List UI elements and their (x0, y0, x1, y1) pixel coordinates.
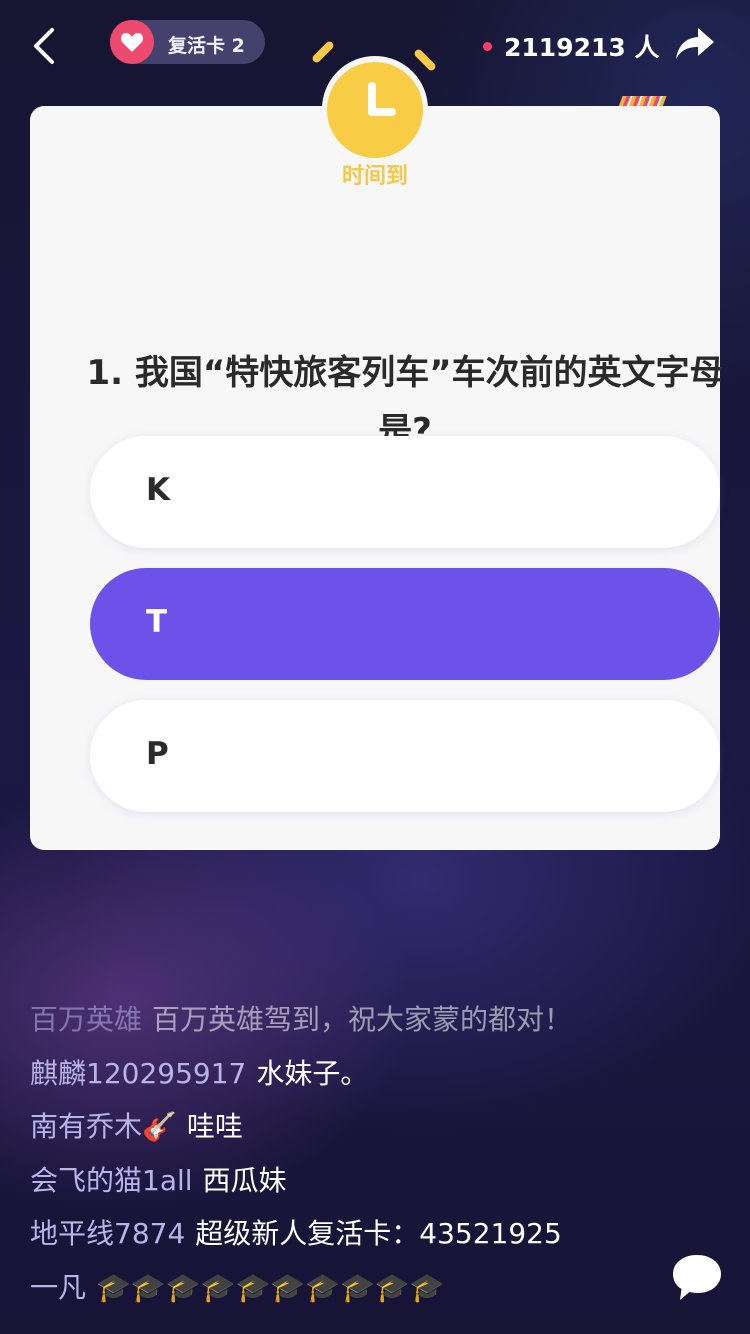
timer-label: 时间到 (341, 164, 408, 189)
answer-option-t[interactable]: T (90, 568, 720, 680)
chat-feed: 百万英雄 百万英雄驾到，祝大家蒙的都对！ 麒麟120295917 水妹子。 南有乔木… (30, 998, 670, 1319)
chat-text: 哇哇 (186, 1110, 243, 1143)
chat-username[interactable]: 一凡 (30, 1271, 86, 1304)
chat-username[interactable]: 会飞的猫1all (30, 1164, 193, 1197)
chat-text: 百万英雄驾到，祝大家蒙的都对！ (152, 1003, 573, 1036)
comment-button[interactable] (670, 1252, 724, 1304)
answer-option-k[interactable]: K (90, 436, 720, 548)
chat-bubble-icon (673, 1255, 721, 1300)
chat-message: 地平线7874 超级新人复活卡：43521925 (30, 1212, 670, 1266)
viewer-count: 2119213 人 (483, 28, 659, 64)
share-button[interactable] (674, 26, 716, 62)
chat-username[interactable]: 南有乔木🎸 (30, 1110, 177, 1143)
chat-text: 西瓜妹 (202, 1163, 287, 1197)
chat-text: 超级新人复活卡：43521925 (195, 1217, 562, 1250)
answer-option-label: T (146, 604, 168, 640)
chat-message: 一凡 🎓🎓🎓🎓🎓🎓🎓🎓🎓🎓 (30, 1266, 670, 1320)
heart-icon (110, 20, 154, 64)
revive-card-badge[interactable]: 复活卡 2 (110, 20, 265, 64)
chat-message: 南有乔木🎸 哇哇 (30, 1105, 670, 1159)
answer-option-p[interactable]: P (90, 700, 720, 812)
chat-message: 麒麟120295917 水妹子。 (30, 1052, 670, 1106)
chat-text: 🎓🎓🎓🎓🎓🎓🎓🎓🎓🎓 (96, 1270, 445, 1304)
answer-option-label: K (146, 472, 171, 508)
back-button[interactable] (28, 26, 64, 66)
chat-username[interactable]: 麒麟120295917 (30, 1057, 246, 1090)
viewer-count-label: 2119213 人 (504, 33, 660, 62)
chat-message: 会飞的猫1all 西瓜妹 (30, 1159, 670, 1213)
answer-option-label: P (146, 736, 169, 772)
share-arrow-icon (676, 28, 714, 59)
chat-message: 百万英雄 百万英雄驾到，祝大家蒙的都对！ (30, 998, 670, 1052)
chat-username[interactable]: 地平线7874 (30, 1217, 185, 1250)
chevron-left-icon (34, 28, 54, 64)
live-dot-icon (483, 41, 492, 51)
revive-card-label: 复活卡 2 (168, 35, 245, 57)
chat-username[interactable]: 百万英雄 (30, 1003, 142, 1036)
clock-hand-minute (368, 108, 396, 116)
chat-text: 水妹子。 (256, 1056, 369, 1090)
question-card: 1. 我国“特快旅客列车”车次前的英文字母是? K T P (30, 106, 724, 850)
